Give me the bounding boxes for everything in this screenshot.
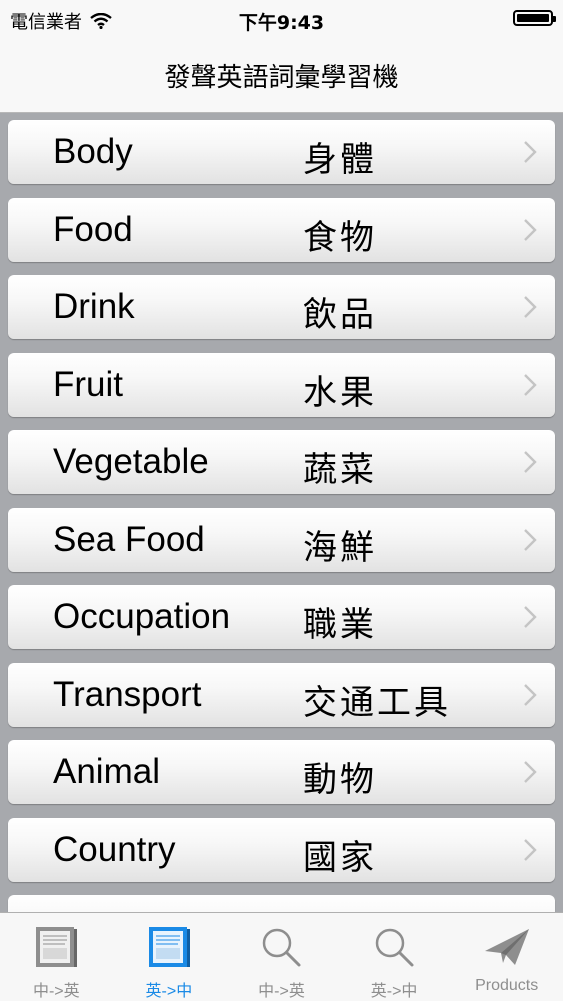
category-chinese-label: 蔬菜: [303, 450, 377, 490]
category-chinese-label: 動物: [303, 760, 377, 800]
chevron-right-icon: [524, 451, 537, 473]
category-english-label: Country: [53, 829, 176, 869]
battery-icon: [513, 10, 556, 26]
tab-label: 英->中: [145, 983, 193, 1000]
tab-bar: 中->英 英->中 中->英 英->中 Products: [0, 912, 563, 1001]
chevron-right-icon: [524, 218, 537, 241]
category-english-label: Transport: [53, 674, 202, 714]
category-row[interactable]: Animal 動物: [8, 740, 555, 804]
book-icon: [145, 923, 193, 975]
chevron-right-icon: [524, 141, 537, 163]
tab-1[interactable]: 中->英: [0, 913, 113, 1001]
tab-5[interactable]: Products: [450, 913, 563, 1001]
category-list[interactable]: Body 身體 Food 食物 Drink 飲品 Fruit 水果 Vegetable 蔬菜 Sea…: [0, 112, 563, 912]
category-english-label: Body: [53, 132, 133, 171]
category-chinese-label: 飲品: [303, 295, 377, 335]
category-english-label: Drink: [53, 287, 135, 326]
chevron-right-icon: [524, 373, 537, 396]
chevron-right-icon: [524, 296, 537, 318]
paper-plane-icon: [481, 923, 533, 975]
category-row[interactable]: Food 食物: [8, 197, 555, 262]
category-english-label: Occupation: [53, 597, 231, 636]
category-english-label: Vegetable: [53, 442, 209, 481]
tab-label: 中->英: [32, 983, 80, 1000]
category-row[interactable]: Occupation 職業: [8, 585, 555, 649]
tab-label: 英->中: [370, 983, 418, 1000]
category-chinese-label: 職業: [303, 605, 377, 645]
tab-2[interactable]: 英->中: [113, 913, 226, 1001]
search-icon: [257, 923, 305, 975]
category-row[interactable]: Sport運動: [8, 895, 555, 912]
category-chinese-label: 水果: [303, 372, 377, 413]
category-row[interactable]: Sea Food 海鮮: [8, 507, 555, 572]
category-chinese-label: 身體: [303, 140, 377, 180]
category-english-label: Sea Food: [53, 519, 205, 559]
category-english-label: Animal: [53, 752, 160, 791]
category-row[interactable]: Transport 交通工具: [8, 662, 555, 727]
category-chinese-label: 海鮮: [303, 527, 377, 568]
page-title: 發聲英語詞彙學習機: [164, 62, 399, 93]
status-time: 下午9:43: [238, 12, 325, 34]
book-icon: [32, 923, 80, 975]
tab-label: Products: [475, 977, 539, 994]
tab-4[interactable]: 英->中: [338, 913, 451, 1001]
tab-3[interactable]: 中->英: [225, 913, 338, 1001]
nav-bar: 發聲英語詞彙學習機: [0, 38, 563, 113]
tab-label: 中->英: [258, 983, 305, 1000]
category-row[interactable]: Body 身體: [8, 120, 555, 184]
chevron-right-icon: [524, 761, 537, 783]
category-english-label: Fruit: [53, 364, 123, 404]
category-chinese-label: 交通工具: [303, 682, 451, 723]
category-row[interactable]: Fruit 水果: [8, 352, 555, 417]
category-row[interactable]: Drink 飲品: [8, 275, 555, 339]
category-english-label: Food: [53, 209, 133, 249]
category-row[interactable]: Vegetable 蔬菜: [8, 430, 555, 494]
status-bar: 電信業者 下午9:43: [0, 0, 563, 38]
search-icon: [370, 923, 418, 975]
chevron-right-icon: [524, 683, 537, 706]
chevron-right-icon: [524, 528, 537, 551]
category-chinese-label: 食物: [303, 217, 377, 258]
category-row[interactable]: Country 國家: [8, 817, 555, 882]
category-chinese-label: 國家: [303, 837, 377, 878]
chevron-right-icon: [524, 838, 537, 861]
chevron-right-icon: [524, 606, 537, 628]
